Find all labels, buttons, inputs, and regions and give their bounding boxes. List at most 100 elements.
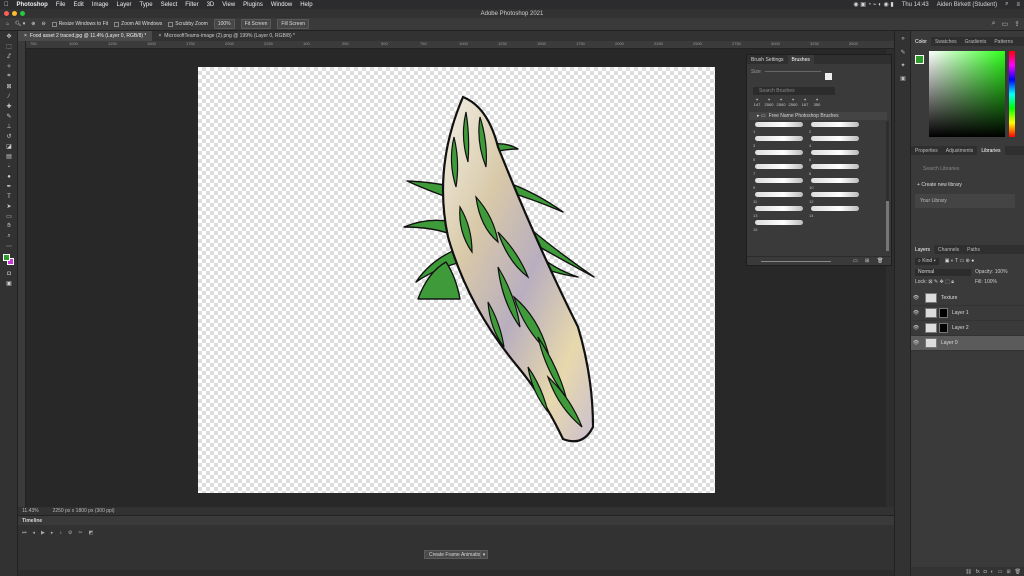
- tab-adjustments[interactable]: Adjustments: [942, 146, 978, 155]
- add-icon[interactable]: ⊞: [865, 258, 869, 264]
- brush-preset[interactable]: 9: [753, 177, 805, 190]
- search-icon[interactable]: ⌕: [992, 20, 996, 28]
- zoom-in-icon[interactable]: ⊕: [31, 21, 35, 27]
- new-brush-icon[interactable]: [825, 73, 832, 80]
- tab-brush-settings[interactable]: Brush Settings: [747, 55, 788, 64]
- clock[interactable]: Thu 14:43: [902, 2, 929, 8]
- opacity-field[interactable]: Opacity: 100%: [975, 269, 1008, 275]
- tab-channels[interactable]: Channels: [934, 245, 963, 254]
- layer-mask-thumbnail[interactable]: [939, 323, 948, 333]
- move-tool-icon[interactable]: ✥: [2, 32, 16, 41]
- brush-preset[interactable]: 5: [753, 149, 805, 162]
- lock-controls[interactable]: Lock: ⊠ ✎ ✥ ⬚ 🔒︎: [915, 279, 954, 285]
- library-item[interactable]: Your Library: [915, 194, 1015, 208]
- layer-row-layer-2[interactable]: 👁︎ Layer 2: [911, 321, 1024, 336]
- tab-swatches[interactable]: Swatches: [931, 37, 961, 46]
- create-frame-animation-button[interactable]: Create Frame Animation: [424, 550, 489, 559]
- menu-filter[interactable]: Filter: [185, 2, 198, 8]
- brush-preset[interactable]: 8: [809, 163, 861, 176]
- pen-tool-icon[interactable]: ✒: [2, 182, 16, 191]
- layer-filter-select[interactable]: ⌕ Kind ▾: [915, 258, 939, 265]
- play-icon[interactable]: ▶: [41, 530, 45, 536]
- recent-brush[interactable]: ✦ 147: [751, 97, 763, 107]
- tab-brushes[interactable]: Brushes: [787, 55, 814, 64]
- layer-row-layer-0[interactable]: 👁︎ Layer 0: [911, 336, 1024, 351]
- recent-brush[interactable]: ✦ 2500: [763, 97, 775, 107]
- tab-layers[interactable]: Layers: [911, 245, 935, 254]
- brush-preset[interactable]: 13: [753, 205, 805, 218]
- zoom-tool-icon[interactable]: 🔍︎ ▾: [15, 21, 25, 27]
- quick-mask-icon[interactable]: ◘: [2, 269, 16, 278]
- tab-food-asset[interactable]: × Food asset 2 traced.jpg @ 11.4% (Layer…: [18, 31, 153, 41]
- tab-color[interactable]: Color: [911, 37, 931, 46]
- brush-preset[interactable]: 10: [809, 177, 861, 190]
- libraries-search-input[interactable]: Search Libraries: [915, 166, 1017, 174]
- workspace-icon[interactable]: ▭: [1002, 20, 1009, 28]
- layer-row-texture[interactable]: 👁︎ Texture: [911, 291, 1024, 306]
- tab-paths[interactable]: Paths: [963, 245, 984, 254]
- crop-tool-icon[interactable]: ⌗: [2, 72, 16, 81]
- link-layers-icon[interactable]: ⛓: [965, 569, 971, 575]
- minimize-window-button[interactable]: [12, 11, 17, 16]
- eyedropper-tool-icon[interactable]: ⁄: [2, 92, 16, 101]
- recent-brush[interactable]: ✦ 2500: [775, 97, 787, 107]
- brush-preset[interactable]: 4: [809, 135, 861, 148]
- menu-image[interactable]: Image: [92, 2, 109, 8]
- tab-properties[interactable]: Properties: [911, 146, 942, 155]
- clone-source-icon[interactable]: ▣: [897, 73, 909, 83]
- brush-preset[interactable]: 14: [809, 205, 861, 218]
- tab-libraries[interactable]: Libraries: [977, 146, 1005, 155]
- menu-3d[interactable]: 3D: [207, 2, 215, 8]
- magic-wand-tool-icon[interactable]: ✧: [2, 62, 16, 71]
- status-icons[interactable]: ◉ ▣ ◔ ⌁ ◐ ◉ ▮: [853, 1, 893, 8]
- menu-view[interactable]: View: [222, 2, 235, 8]
- tab-close-icon[interactable]: ×: [24, 33, 27, 39]
- next-frame-icon[interactable]: ▸: [51, 530, 54, 536]
- blend-mode-select[interactable]: Normal: [915, 269, 971, 276]
- user-name[interactable]: Aiden Birkett (Student): [937, 2, 997, 8]
- path-selection-tool-icon[interactable]: ➤: [2, 202, 16, 211]
- zoom-tool-icon[interactable]: ⌕: [2, 232, 16, 241]
- recent-brush[interactable]: ✦ 167: [799, 97, 811, 107]
- new-group-icon[interactable]: ▭: [998, 569, 1003, 575]
- brushes-scrollbar[interactable]: [886, 121, 889, 251]
- settings-icon[interactable]: ⚙: [68, 530, 72, 536]
- menu-select[interactable]: Select: [161, 2, 178, 8]
- foreground-color-swatch[interactable]: [915, 55, 924, 64]
- brush-preset[interactable]: 3: [753, 135, 805, 148]
- eraser-tool-icon[interactable]: ◪: [2, 142, 16, 151]
- gradient-tool-icon[interactable]: ▤: [2, 152, 16, 161]
- zoom-all-checkbox[interactable]: Zoom All Windows: [114, 21, 162, 27]
- type-tool-icon[interactable]: T: [2, 192, 16, 201]
- brushes-icon[interactable]: ✦: [897, 60, 909, 70]
- color-picker-field[interactable]: [929, 51, 1005, 137]
- frame-tool-icon[interactable]: ⊠: [2, 82, 16, 91]
- blur-tool-icon[interactable]: 💧︎: [2, 162, 16, 171]
- close-window-button[interactable]: [4, 11, 9, 16]
- prev-frame-icon[interactable]: ◂: [33, 530, 36, 536]
- timeline-header[interactable]: Timeline: [18, 516, 894, 525]
- audio-icon[interactable]: ♪: [59, 530, 62, 536]
- visibility-eye-icon[interactable]: 👁︎: [911, 310, 921, 316]
- apple-menu-icon[interactable]: : [4, 2, 9, 8]
- lasso-tool-icon[interactable]: ᔑ: [2, 52, 16, 61]
- zoom-window-button[interactable]: [20, 11, 25, 16]
- hand-tool-icon[interactable]: ✋︎: [2, 222, 16, 231]
- transition-icon[interactable]: ◩: [89, 530, 94, 536]
- chevron-down-icon[interactable]: ▾: [480, 550, 488, 559]
- menu-edit[interactable]: Edit: [74, 2, 84, 8]
- history-brush-tool-icon[interactable]: ↺: [2, 132, 16, 141]
- brush-settings-icon[interactable]: ✎: [897, 47, 909, 57]
- brush-preset[interactable]: 1: [753, 121, 805, 134]
- menu-layer[interactable]: Layer: [117, 2, 132, 8]
- edit-toolbar-icon[interactable]: ⋯: [2, 242, 16, 251]
- tab-teams-image[interactable]: × MicrosoftTeams-image (2).png @ 199% (L…: [152, 31, 301, 41]
- visibility-eye-icon[interactable]: 👁︎: [911, 295, 921, 301]
- document-canvas[interactable]: [198, 67, 715, 493]
- visibility-eye-icon[interactable]: 👁︎: [911, 340, 921, 346]
- hue-slider[interactable]: [1009, 51, 1015, 137]
- brush-group-folder[interactable]: ▸ ▭ Free Name Photoshop Brushes: [749, 112, 887, 120]
- zoom-readout[interactable]: 11.43%: [22, 508, 39, 514]
- layer-mask-thumbnail[interactable]: [939, 308, 948, 318]
- menu-type[interactable]: Type: [140, 2, 153, 8]
